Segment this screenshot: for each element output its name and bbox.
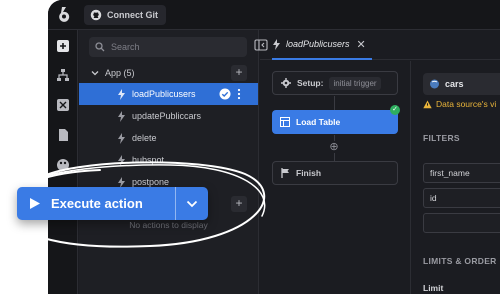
limit-label: Limit [423, 283, 444, 293]
add-action-button[interactable]: + [231, 65, 247, 81]
execute-action-button[interactable]: Execute action [17, 187, 208, 220]
properties-panel: cars Data source's vi FILTERS first_name… [410, 61, 500, 294]
bolt-icon [273, 38, 280, 50]
chevron-down-icon [186, 200, 198, 207]
query-item-hubspot[interactable]: hubspot [79, 149, 258, 171]
app-logo[interactable] [56, 6, 72, 22]
filter-field-empty[interactable] [423, 213, 500, 233]
flow-connector [334, 96, 335, 110]
chevron-down-icon [91, 71, 99, 76]
load-table-label: Load Table [296, 117, 341, 127]
query-item-loadpublicusers[interactable]: loadPublicusers [79, 83, 258, 105]
search-box[interactable] [89, 37, 247, 57]
filters-header: FILTERS [423, 133, 460, 143]
palette-icon[interactable] [56, 158, 70, 172]
finish-node[interactable]: Finish [272, 161, 398, 185]
filter-field-id[interactable]: id [423, 188, 500, 208]
query-label: updatePubliccars [132, 111, 202, 121]
top-bar: Connect Git [48, 0, 500, 30]
connect-git-button[interactable]: Connect Git [84, 5, 166, 25]
variable-icon[interactable] [56, 98, 70, 112]
app-group-label: App (5) [105, 68, 135, 78]
bolt-icon [118, 88, 125, 100]
close-tab-icon[interactable]: ✕ [357, 38, 366, 51]
execute-action-main[interactable]: Execute action [17, 187, 175, 220]
trigger-chip: initial trigger [329, 76, 381, 90]
bolt-icon [118, 176, 125, 188]
bolt-icon [118, 110, 125, 122]
tab-label: loadPublicusers [286, 39, 350, 49]
check-circle-icon [219, 88, 231, 100]
hierarchy-icon[interactable] [56, 68, 70, 82]
table-icon [280, 117, 290, 127]
search-icon [95, 42, 105, 52]
add-icon[interactable] [56, 39, 70, 53]
datasource-warning: Data source's vi [423, 99, 496, 109]
app-window: Connect Git Search App (5) + loadPublicu… [48, 0, 500, 294]
finish-label: Finish [296, 168, 322, 178]
connect-git-label: Connect Git [107, 10, 158, 20]
load-table-node[interactable]: Load Table [272, 110, 398, 134]
search-input[interactable] [111, 42, 231, 52]
limits-order-header: LIMITS & ORDER [423, 256, 497, 266]
setup-node[interactable]: Setup: initial trigger [272, 71, 398, 95]
flow-canvas: Setup: initial trigger Load Table ✓ ⊕ Fi… [260, 61, 400, 294]
github-icon [90, 9, 102, 21]
setup-label: Setup: [297, 78, 324, 88]
add-group-button[interactable]: + [231, 196, 247, 212]
gear-icon [281, 78, 291, 88]
flow-connector [334, 153, 335, 161]
empty-actions-message: No actions to display [129, 220, 208, 230]
app-group-header[interactable]: App (5) [91, 66, 135, 80]
collapse-panel-icon[interactable] [254, 38, 268, 52]
warning-text: Data source's vi [436, 99, 497, 109]
document-icon[interactable] [56, 128, 70, 142]
datasource-label: cars [445, 79, 464, 89]
add-step-icon[interactable]: ⊕ [328, 141, 340, 153]
tab-loadpublicusers[interactable]: loadPublicusers ✕ [272, 30, 372, 60]
filter-field-first-name[interactable]: first_name [423, 163, 500, 183]
postgres-icon [430, 79, 439, 88]
datasource-selector[interactable]: cars [423, 73, 500, 95]
bolt-icon [118, 132, 125, 144]
success-check-icon: ✓ [390, 105, 400, 115]
play-icon [30, 198, 40, 209]
execute-action-label: Execute action [51, 196, 143, 211]
flag-icon [281, 168, 289, 178]
actions-panel: App (5) + loadPublicusers updatePublicca… [79, 30, 259, 294]
more-options-icon[interactable] [237, 88, 241, 100]
query-item-updatepubliccars[interactable]: updatePubliccars [79, 105, 258, 127]
query-label: hubspot [132, 155, 165, 165]
query-label: loadPublicusers [132, 89, 196, 99]
bolt-icon [118, 154, 125, 166]
warning-icon [423, 100, 432, 108]
execute-options-dropdown[interactable] [176, 187, 208, 220]
tab-bar: loadPublicusers ✕ [254, 30, 500, 60]
icon-sidebar [48, 30, 78, 294]
query-label: delete [132, 133, 157, 143]
query-item-delete[interactable]: delete [79, 127, 258, 149]
query-label: postpone [132, 177, 170, 187]
